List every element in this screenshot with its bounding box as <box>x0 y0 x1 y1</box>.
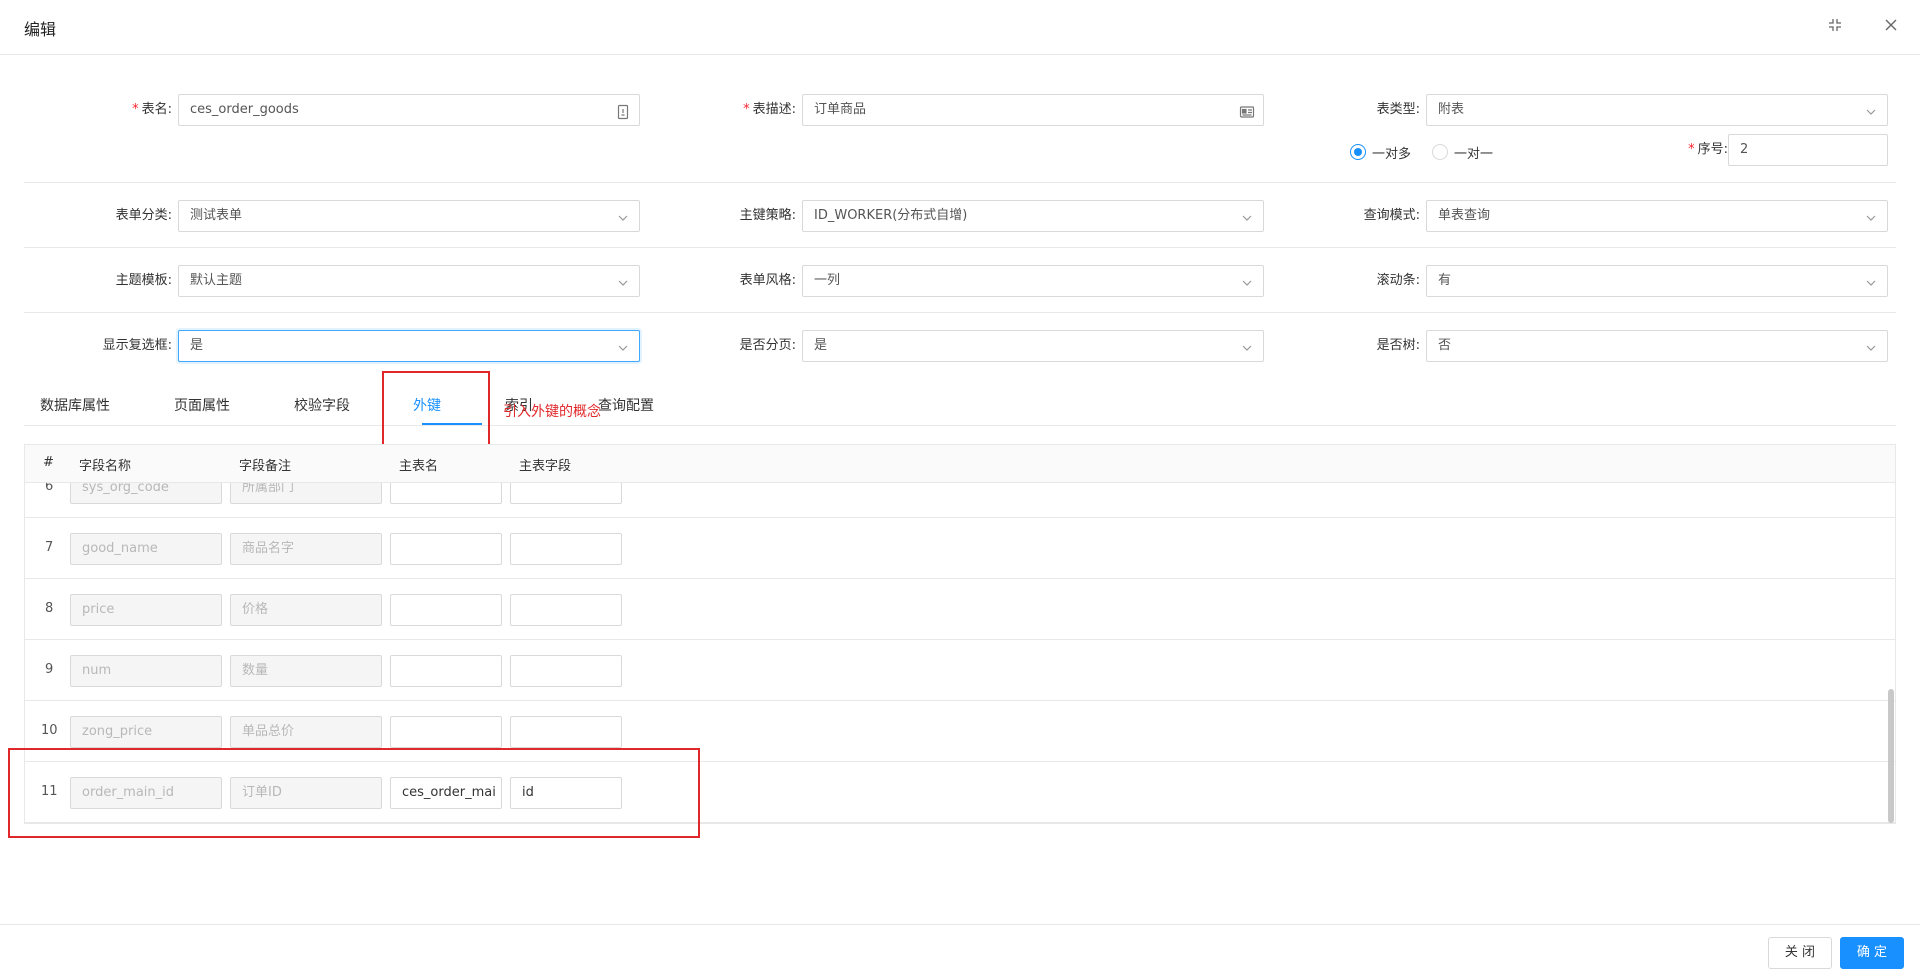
seq-label: * 序号: <box>1688 142 1728 157</box>
main-table-input[interactable] <box>390 716 502 748</box>
modal-header: 编辑 <box>0 0 1920 55</box>
query-mode-select[interactable]: 单表查询 <box>1426 200 1888 232</box>
modal-footer: 关 闭 确 定 <box>0 924 1920 979</box>
field-name-input: good_name <box>70 533 222 565</box>
row-number: 9 <box>45 662 54 677</box>
radio-one-to-one[interactable]: 一对一 <box>1432 142 1493 162</box>
tree-select[interactable]: 否 <box>1426 330 1888 362</box>
query-mode-label: 查询模式: <box>1363 208 1420 223</box>
row-number: 6 <box>45 483 54 494</box>
main-table-input[interactable] <box>390 483 502 504</box>
tab-page-props[interactable]: 页面属性 <box>174 395 230 415</box>
main-field-input[interactable] <box>510 594 622 626</box>
paging-label: 是否分页: <box>739 338 796 353</box>
table-header: # 字段名称 字段备注 主表名 主表字段 <box>25 445 1895 483</box>
main-field-input[interactable] <box>510 716 622 748</box>
main-field-input[interactable] <box>510 483 622 504</box>
field-note-input: 价格 <box>230 594 382 626</box>
main-field-input[interactable] <box>510 533 622 565</box>
annotation-box-tab <box>382 371 490 452</box>
chevron-down-icon <box>1239 273 1255 289</box>
tab-validation-fields[interactable]: 校验字段 <box>294 395 350 415</box>
column-header-main-field: 主表字段 <box>519 459 572 474</box>
paging-select[interactable]: 是 <box>802 330 1264 362</box>
form-category-label: 表单分类: <box>115 208 172 223</box>
table-type-label: 表类型: <box>1376 102 1420 117</box>
radio-unchecked-icon <box>1432 144 1448 160</box>
table-type-select[interactable]: 附表 <box>1426 94 1888 126</box>
annotation-text: 引入外键的概念 <box>503 404 601 420</box>
table-name-input[interactable]: ces_order_goods <box>178 94 640 126</box>
checkbox-select[interactable]: 是 <box>178 330 640 362</box>
table-name-label: * 表名: <box>132 102 172 117</box>
main-table-input[interactable] <box>390 594 502 626</box>
form-category-select[interactable]: 测试表单 <box>178 200 640 232</box>
theme-label: 主题模板: <box>115 273 172 288</box>
main-field-input[interactable] <box>510 655 622 687</box>
scrollbar-select[interactable]: 有 <box>1426 265 1888 297</box>
field-name-input: zong_price <box>70 716 222 748</box>
form-style-label: 表单风格: <box>739 273 796 288</box>
field-note-input: 商品名字 <box>230 533 382 565</box>
chevron-down-icon <box>1863 338 1879 354</box>
confirm-button[interactable]: 确 定 <box>1840 937 1904 969</box>
column-header-field-name: 字段名称 <box>79 459 132 474</box>
copy-icon[interactable] <box>615 102 631 120</box>
fullscreen-exit-icon[interactable] <box>1824 14 1846 36</box>
column-header-main-table: 主表名 <box>399 459 439 474</box>
tab-database-props[interactable]: 数据库属性 <box>40 395 110 415</box>
row-number: 8 <box>45 601 54 616</box>
chevron-down-icon <box>615 338 631 354</box>
modal-title: 编辑 <box>24 20 57 39</box>
checkbox-label: 显示复选框: <box>102 338 172 353</box>
table-row: 8 price 价格 <box>25 579 1895 640</box>
pk-strategy-select[interactable]: ID_WORKER(分布式自增) <box>802 200 1264 232</box>
tree-label: 是否树: <box>1376 338 1420 353</box>
chevron-down-icon <box>1863 102 1879 118</box>
id-card-icon[interactable] <box>1239 102 1255 118</box>
field-name-input: price <box>70 594 222 626</box>
table-desc-input[interactable]: 订单商品 <box>802 94 1264 126</box>
tab-bar: 数据库属性 页面属性 校验字段 外键 索引 查询配置 <box>24 385 1896 426</box>
seq-input[interactable]: 2 <box>1728 134 1888 166</box>
pk-strategy-label: 主键策略: <box>739 208 796 223</box>
main-table-input[interactable] <box>390 655 502 687</box>
row-number: 10 <box>41 723 58 738</box>
table-scrollbar[interactable] <box>1888 483 1894 823</box>
scrollbar-thumb[interactable] <box>1888 689 1894 823</box>
close-icon[interactable] <box>1880 14 1902 36</box>
row-number: 7 <box>45 540 54 555</box>
table-row: 6 sys_org_code 所属部门 <box>25 483 1895 518</box>
chevron-down-icon <box>1863 208 1879 224</box>
row-divider <box>24 247 1896 248</box>
field-note-input: 所属部门 <box>230 483 382 504</box>
field-name-input: sys_org_code <box>70 483 222 504</box>
annotation-box-row <box>8 748 700 838</box>
radio-checked-icon <box>1350 144 1366 160</box>
chevron-down-icon <box>1239 338 1255 354</box>
field-note-input: 数量 <box>230 655 382 687</box>
radio-one-to-many[interactable]: 一对多 <box>1350 142 1411 162</box>
form-style-select[interactable]: 一列 <box>802 265 1264 297</box>
field-note-input: 单品总价 <box>230 716 382 748</box>
row-divider <box>24 312 1896 313</box>
table-row: 9 num 数量 <box>25 640 1895 701</box>
tab-query-config[interactable]: 查询配置 <box>598 395 654 415</box>
main-table-input[interactable] <box>390 533 502 565</box>
column-header-index: # <box>43 455 54 470</box>
table-desc-label: * 表描述: <box>743 102 796 117</box>
chevron-down-icon <box>1863 273 1879 289</box>
column-header-field-note: 字段备注 <box>239 459 292 474</box>
row-divider <box>24 182 1896 183</box>
close-button[interactable]: 关 闭 <box>1768 937 1832 969</box>
chevron-down-icon <box>615 273 631 289</box>
field-name-input: num <box>70 655 222 687</box>
scrollbar-label: 滚动条: <box>1376 273 1420 288</box>
table-row: 7 good_name 商品名字 <box>25 518 1895 579</box>
theme-select[interactable]: 默认主题 <box>178 265 640 297</box>
chevron-down-icon <box>1239 208 1255 224</box>
chevron-down-icon <box>615 208 631 224</box>
